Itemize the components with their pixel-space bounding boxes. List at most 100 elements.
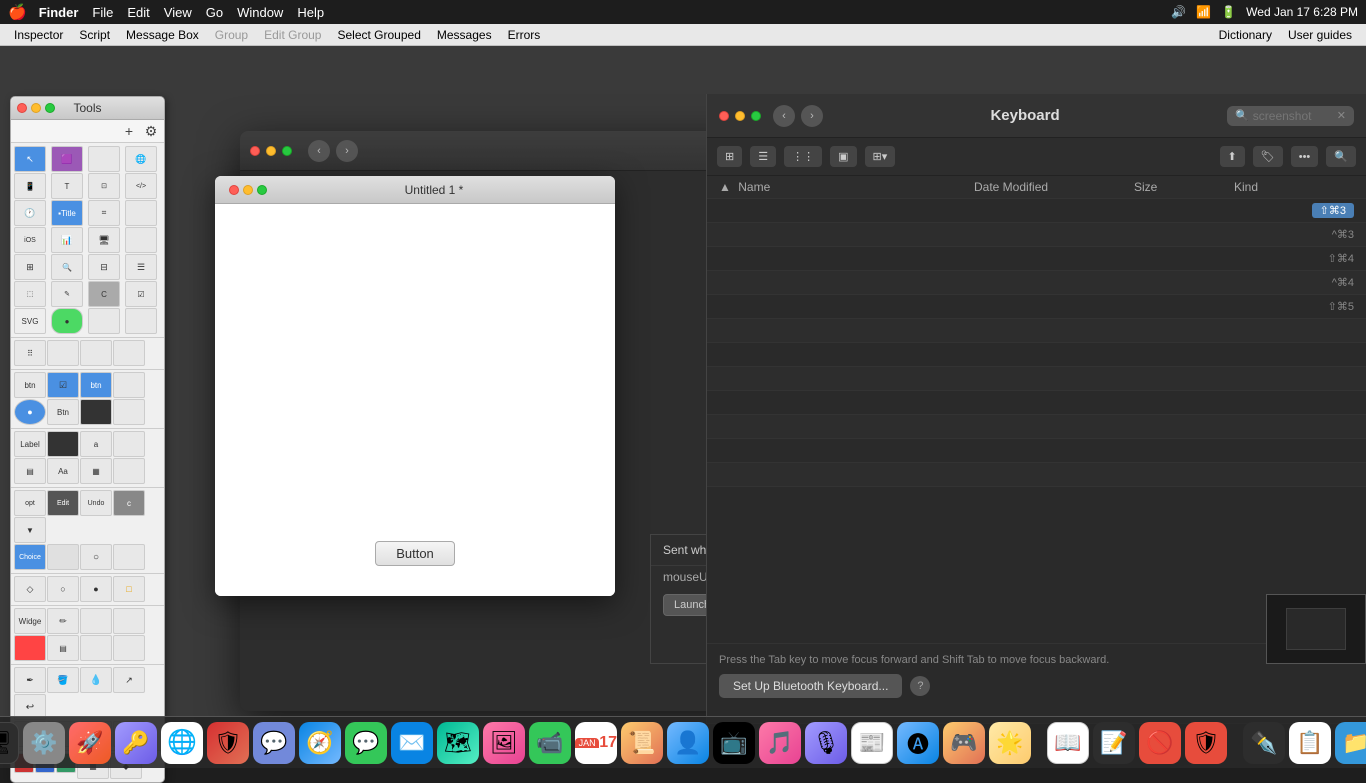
extra1-icon[interactable]: 🌟 <box>989 722 1031 764</box>
keychain-icon[interactable]: 🔑 <box>115 722 157 764</box>
app-menu-messages[interactable]: Messages <box>429 26 500 44</box>
tools-minimize-button[interactable] <box>31 103 41 113</box>
tool-a[interactable]: a <box>80 431 112 457</box>
tool-diamond[interactable]: ◇ <box>14 576 46 602</box>
tool-dropper[interactable]: 💧 <box>80 667 112 693</box>
app-menu-messagebox[interactable]: Message Box <box>118 26 207 44</box>
kb-search-btn[interactable]: 🔍 <box>1326 146 1356 167</box>
kb-minimize-button[interactable] <box>735 111 745 121</box>
tool-grid1[interactable]: ⊞ <box>14 254 46 280</box>
tool-fill[interactable]: 🪣 <box>47 667 79 693</box>
menu-edit[interactable]: Edit <box>127 5 149 20</box>
untitled-button[interactable]: Button <box>375 541 455 566</box>
tool-c2[interactable]: c <box>113 490 145 516</box>
tools-maximize-button[interactable] <box>45 103 55 113</box>
terminal-icon[interactable]: 🖥 <box>0 722 19 764</box>
messages-icon[interactable]: 💬 <box>345 722 387 764</box>
kb-share-btn[interactable]: ⬆ <box>1220 146 1245 167</box>
tool-empty3[interactable] <box>125 227 157 253</box>
tool-dark[interactable] <box>80 399 112 425</box>
podcasts-icon[interactable]: 🎙 <box>805 722 847 764</box>
music-icon[interactable]: 🎵 <box>759 722 801 764</box>
app-menu-inspector[interactable]: Inspector <box>6 26 71 44</box>
kb-more-view[interactable]: ⊞▾ <box>865 146 896 167</box>
tool-globe[interactable]: 🌐 <box>125 146 157 172</box>
tool-pen[interactable]: ✏ <box>47 608 79 634</box>
tool-btn3[interactable]: Btn <box>47 399 79 425</box>
app-back-button[interactable]: ‹ <box>308 140 330 162</box>
app-menu-selectgrouped[interactable]: Select Grouped <box>329 26 428 44</box>
kb-back-button[interactable]: ‹ <box>773 105 795 127</box>
tool-circle4[interactable]: ● <box>80 576 112 602</box>
kb-maximize-button[interactable] <box>751 111 761 121</box>
tool-monitor[interactable]: 🖥 <box>88 227 120 253</box>
kb-search-box[interactable]: 🔍 ✕ <box>1227 106 1354 126</box>
app-maximize-button[interactable] <box>282 146 292 156</box>
tv-icon[interactable]: 📺 <box>713 722 755 764</box>
scripter-icon[interactable]: 📝 <box>1093 722 1135 764</box>
mail-icon[interactable]: ✉️ <box>391 722 433 764</box>
app-menu-userguides[interactable]: User guides <box>1280 26 1360 44</box>
tools-settings-button[interactable]: ⚙ <box>142 122 160 140</box>
chrome-icon[interactable]: 🌐 <box>161 722 203 764</box>
adblock1-icon[interactable]: 🚫 <box>1139 722 1181 764</box>
game-icon[interactable]: 🎮 <box>943 722 985 764</box>
untitled-close-button[interactable] <box>229 185 239 195</box>
tool-checkbox[interactable]: ☑ <box>125 281 157 307</box>
files-icon[interactable]: 📁 <box>1335 722 1366 764</box>
tool-svg[interactable]: SVG <box>14 308 46 334</box>
app-close-button[interactable] <box>250 146 260 156</box>
safari-icon[interactable]: 🧭 <box>299 722 341 764</box>
tool-empty4[interactable] <box>88 308 120 334</box>
tool-label2[interactable]: Label <box>14 431 46 457</box>
menu-file[interactable]: File <box>92 5 113 20</box>
pen-icon[interactable]: ✒️ <box>1243 722 1285 764</box>
tool-grid3[interactable]: ▤ <box>47 635 79 661</box>
tool-edit2[interactable]: Edit <box>47 490 79 516</box>
tool-screen1[interactable]: ⬚ <box>14 281 46 307</box>
tool-btn2[interactable]: btn <box>80 372 112 398</box>
menu-finder[interactable]: Finder <box>39 5 79 20</box>
apple-menu[interactable]: 🍎 <box>8 3 27 21</box>
app-menu-errors[interactable]: Errors <box>500 26 549 44</box>
menu-view[interactable]: View <box>164 5 192 20</box>
tool-input1[interactable] <box>47 431 79 457</box>
tool-c[interactable]: C <box>88 281 120 307</box>
kb-close-button[interactable] <box>719 111 729 121</box>
tool-select[interactable]: ↖ <box>14 146 46 172</box>
vpn-icon[interactable]: 🛡 <box>207 722 249 764</box>
tool-aa[interactable]: Aa <box>47 458 79 484</box>
tool-empty2[interactable] <box>125 200 157 226</box>
tool-table[interactable]: ⊟ <box>88 254 120 280</box>
calendar-icon[interactable]: JAN 17 <box>575 722 617 764</box>
tool-color1[interactable] <box>14 635 46 661</box>
tool-circle2[interactable]: ○ <box>80 544 112 570</box>
tool-table2[interactable]: ▤ <box>14 458 46 484</box>
tool-circle3[interactable]: ○ <box>47 576 79 602</box>
appstore-icon[interactable]: 🅐 <box>897 722 939 764</box>
note-icon[interactable]: 📋 <box>1289 722 1331 764</box>
tool-iosui[interactable]: iOS <box>14 227 46 253</box>
untitled-maximize-button[interactable] <box>257 185 267 195</box>
tool-search[interactable]: 🔍 <box>51 254 83 280</box>
tool-slider[interactable] <box>47 544 79 570</box>
tool-html2[interactable]: ⌗ <box>88 200 120 226</box>
tool-empty1[interactable] <box>88 146 120 172</box>
kb-help-btn[interactable]: ? <box>910 676 930 696</box>
tool-opt[interactable]: opt <box>14 490 46 516</box>
tool-empty10[interactable] <box>113 399 145 425</box>
tool-empty11[interactable] <box>113 431 145 457</box>
photos-icon[interactable]: 🖼 <box>483 722 525 764</box>
menu-help[interactable]: Help <box>297 5 324 20</box>
adblock2-icon[interactable]: 🛡 <box>1185 722 1227 764</box>
tool-empty17[interactable] <box>113 635 145 661</box>
tool-title[interactable]: ▪Title <box>51 200 83 226</box>
kb-forward-button[interactable]: › <box>801 105 823 127</box>
kb-setup-btn[interactable]: Set Up Bluetooth Keyboard... <box>719 674 902 698</box>
tool-choice[interactable]: Choice <box>14 544 46 570</box>
tool-empty8[interactable] <box>113 340 145 366</box>
kb-search-input[interactable] <box>1253 109 1333 123</box>
app-menu-dictionary[interactable]: Dictionary <box>1211 26 1280 44</box>
dictionary-icon[interactable]: 📖 <box>1047 722 1089 764</box>
tool-empty16[interactable] <box>80 635 112 661</box>
